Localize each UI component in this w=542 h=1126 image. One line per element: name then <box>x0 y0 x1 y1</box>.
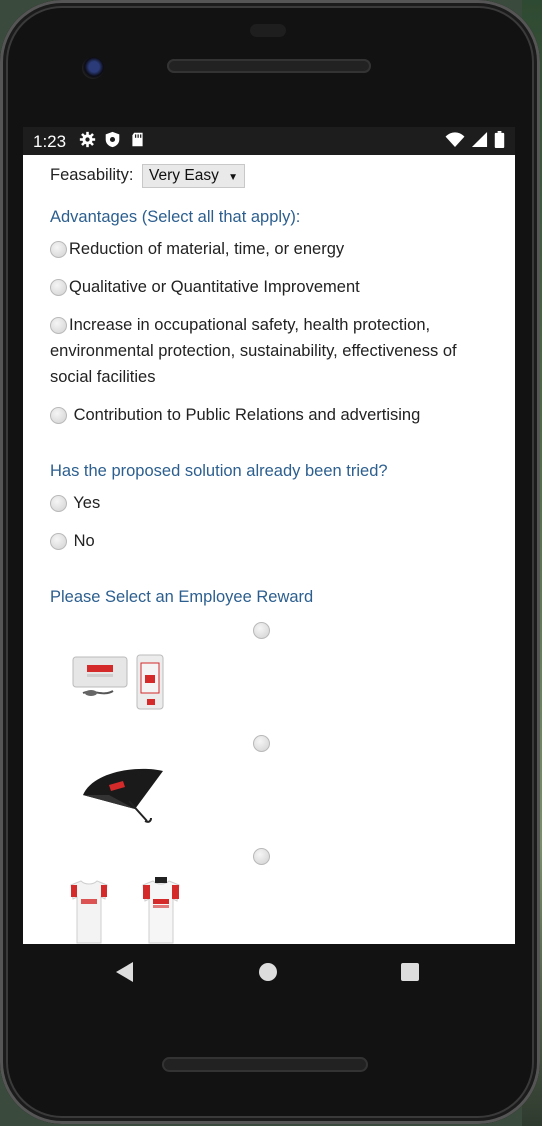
tried-option-no[interactable]: No <box>50 528 470 554</box>
dropdown-arrow-icon: ▼ <box>228 172 239 183</box>
phone-frame: 1:23 Feasability: Very Easy ▼ Advantages… <box>0 0 540 1124</box>
shield-icon <box>105 131 120 148</box>
reward-radio-umbrella[interactable] <box>253 735 270 752</box>
battery-icon <box>494 131 505 148</box>
status-bar: 1:23 <box>23 127 515 155</box>
radio-button[interactable] <box>50 407 67 425</box>
navigation-bar <box>23 944 515 1002</box>
sd-card-icon <box>132 132 143 147</box>
feasibility-select[interactable]: Very Easy ▼ <box>142 164 246 188</box>
advantage-option[interactable]: Reduction of material, time, or energy <box>50 236 470 262</box>
power-bank-product-image <box>72 654 164 710</box>
tshirt-product-image <box>70 877 180 944</box>
home-icon[interactable] <box>259 963 277 981</box>
reward-title: Please Select an Employee Reward <box>50 588 314 606</box>
bottom-speaker <box>162 1057 368 1072</box>
form-screen: Feasability: Very Easy ▼ Advantages (Sel… <box>23 155 515 944</box>
advantages-title: Advantages (Select all that apply): <box>50 208 301 226</box>
radio-button[interactable] <box>50 495 67 513</box>
tried-title: Has the proposed solution already been t… <box>50 462 388 480</box>
recents-icon[interactable] <box>401 963 419 981</box>
feasibility-selected: Very Easy <box>149 167 219 184</box>
umbrella-product-image <box>83 768 163 823</box>
advantage-option[interactable]: Contribution to Public Relations and adv… <box>50 402 470 428</box>
signal-icon <box>471 131 488 148</box>
front-camera-icon <box>82 57 104 79</box>
advantage-option[interactable]: Increase in occupational safety, health … <box>50 312 470 390</box>
advantage-option[interactable]: Qualitative or Quantitative Improvement <box>50 274 470 300</box>
status-time: 1:23 <box>33 132 67 151</box>
radio-button[interactable] <box>50 317 67 335</box>
tried-option-yes[interactable]: Yes <box>50 490 470 516</box>
feasibility-label: Feasability: <box>50 166 134 184</box>
reward-radio-tshirt[interactable] <box>253 848 270 865</box>
wifi-icon <box>445 132 465 148</box>
radio-button[interactable] <box>50 279 67 297</box>
radio-button[interactable] <box>50 241 67 259</box>
gear-icon <box>79 131 96 148</box>
sensor <box>250 24 286 37</box>
feasibility-row: Feasability: Very Easy ▼ <box>50 164 246 188</box>
earpiece-speaker <box>167 59 371 73</box>
radio-button[interactable] <box>50 533 67 551</box>
back-icon[interactable] <box>116 962 133 982</box>
reward-radio-power-bank[interactable] <box>253 622 270 639</box>
